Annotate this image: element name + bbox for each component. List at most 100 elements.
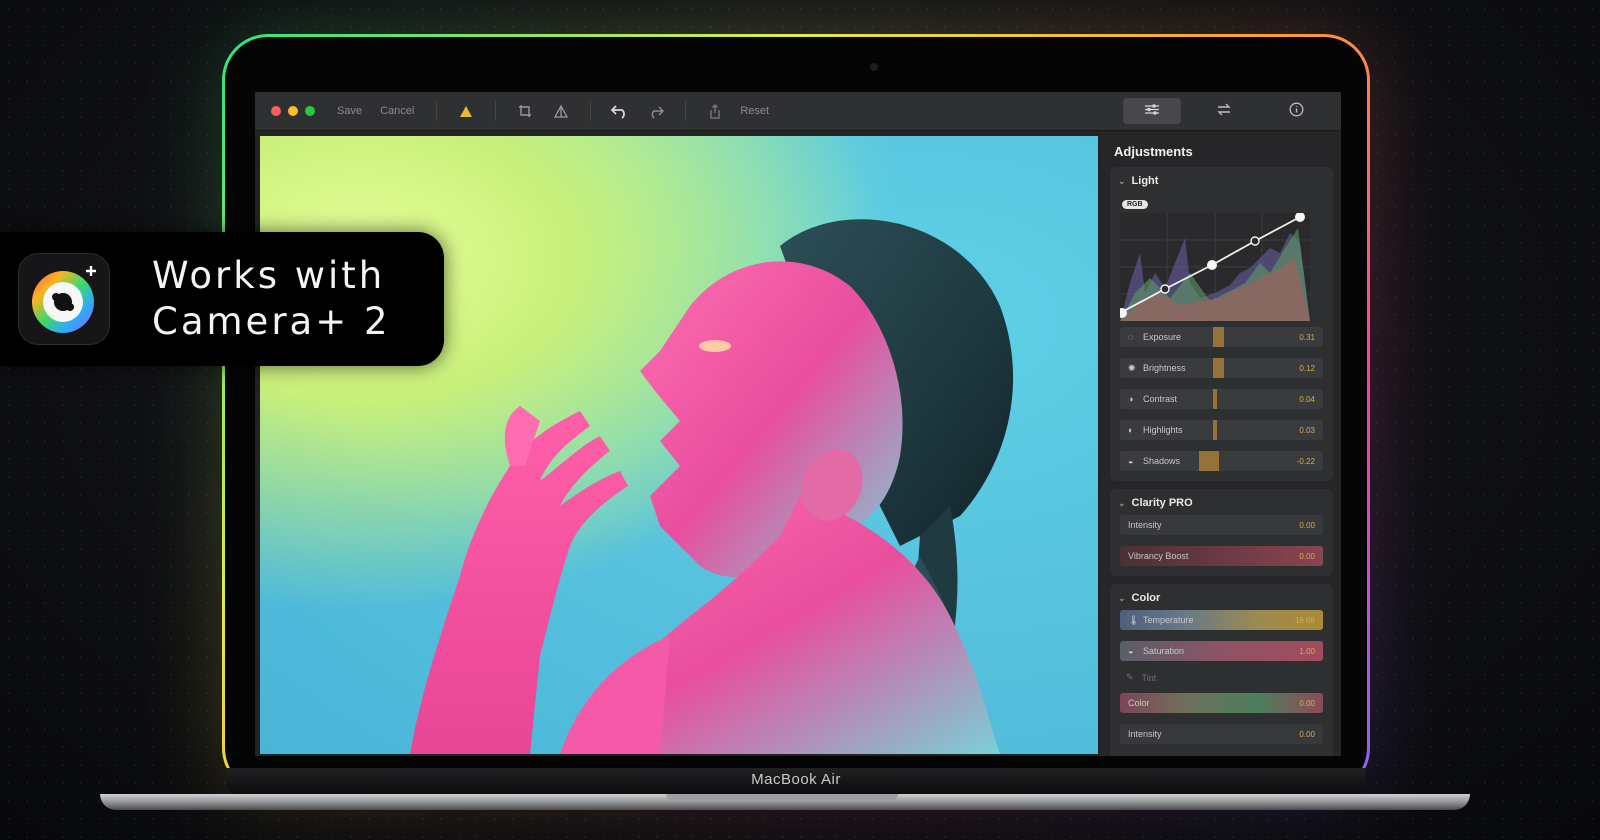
panel-switcher [1123,98,1325,124]
close-window-button[interactable] [271,106,281,116]
laptop-hinge: MacBook Air [227,768,1365,794]
perspective-icon[interactable] [550,100,572,122]
warning-icon[interactable] [455,100,477,122]
laptop-bezel: Save Cancel Reset Adjustments ⌄ Light RG… [225,37,1367,791]
contrast-slider[interactable]: ◑ Contrast 0.04 [1120,389,1323,409]
zoom-window-button[interactable] [305,106,315,116]
exposure-slider[interactable]: ◌ Exposure 0.31 [1120,327,1323,347]
slider-value: 0.04 [1299,394,1315,404]
save-button[interactable]: Save [337,105,362,117]
color-section-title: Color [1131,592,1161,604]
light-section: ⌄ Light RGB ◌ Exposure 0.31 ✺ Brightness… [1110,167,1333,481]
thermometer-icon: 🌡︎ [1128,614,1140,625]
chevron-down-icon: ⌄ [1118,497,1126,508]
portrait-photo [410,219,1014,754]
clarity-section: ⌄ Clarity PRO Intensity 0.00 Vibrancy Bo… [1110,489,1333,576]
slider-value: 0.12 [1299,363,1315,373]
chevron-down-icon: ⌄ [1118,175,1126,186]
adjustments-panel: Adjustments ⌄ Light RGB ◌ Exposure 0.31 … [1100,132,1341,756]
webcam-dot [870,63,879,71]
camera-plus-app-icon [18,253,110,345]
toolbar-divider [685,101,687,121]
clarity-intensity-slider[interactable]: Intensity 0.00 [1120,515,1323,535]
chevron-down-icon: ⌄ [1118,592,1126,603]
shadows-icon: ◒ [1128,456,1134,466]
eyedropper-icon: ✎ [1126,672,1134,682]
slider-value: 1.00 [1299,646,1315,656]
saturation-slider[interactable]: ◒ Saturation 1.00 [1120,641,1323,661]
slider-value: 0.00 [1299,698,1315,708]
adjustments-tab[interactable] [1123,98,1181,124]
slider-label: Intensity [1128,729,1162,739]
info-tab[interactable] [1267,98,1325,124]
slider-label: Temperature [1143,615,1194,625]
toolbar-divider [590,101,592,121]
clarity-section-title: Clarity PRO [1131,497,1193,509]
laptop-notch [666,794,898,801]
light-section-header[interactable]: ⌄ Light [1118,175,1325,187]
laptop-frame: Save Cancel Reset Adjustments ⌄ Light RG… [222,34,1370,794]
slider-label: Highlights [1143,425,1183,435]
slider-label: Color [1128,698,1150,708]
minimize-window-button[interactable] [288,106,298,116]
slider-label: Shadows [1143,456,1181,466]
vibrancy-boost-slider[interactable]: Vibrancy Boost 0.00 [1120,546,1323,566]
color-slider[interactable]: Color 0.00 [1120,693,1323,713]
swap-arrows-icon [1216,102,1232,120]
tint-label: Tint [1141,672,1157,683]
color-section: ⌄ Color 🌡︎ Temperature -16.08 ◒ Saturati… [1110,584,1333,756]
app-window: Save Cancel Reset Adjustments ⌄ Light RG… [255,92,1341,756]
aperture-logo-icon [32,266,96,333]
window-controls [271,106,315,116]
highlights-icon: ◐ [1128,425,1134,435]
slider-fill [1213,389,1218,409]
slider-label: Brightness [1143,363,1186,373]
slider-fill [1213,327,1224,347]
undo-icon[interactable] [609,100,631,122]
light-section-title: Light [1131,175,1159,187]
curves-histogram[interactable] [1120,213,1310,321]
rgb-channel-toggle[interactable]: RGB [1122,200,1148,209]
toolbar-divider [495,101,497,121]
works-with-badge: Works with Camera+ 2 [0,232,444,366]
slider-label: Intensity [1128,520,1162,530]
redo-icon[interactable] [645,100,667,122]
badge-text: Works with Camera+ 2 [152,254,391,343]
slider-value: 0.03 [1299,425,1315,435]
slider-value: -16.08 [1292,615,1315,625]
reset-button[interactable]: Reset [740,105,769,117]
color-intensity-slider[interactable]: Intensity 0.00 [1120,724,1323,744]
toolbar: Save Cancel Reset [255,92,1341,131]
saturation-icon: ◒ [1128,646,1134,656]
slider-fill [1199,451,1220,471]
photo-canvas[interactable] [260,136,1098,754]
cancel-button[interactable]: Cancel [380,105,414,117]
info-icon [1289,102,1304,120]
share-icon[interactable] [704,100,726,122]
slider-value: 0.31 [1299,332,1315,342]
panel-title: Adjustments [1114,144,1193,159]
slider-label: Exposure [1143,332,1182,342]
slider-value: -0.22 [1296,456,1315,466]
clarity-section-header[interactable]: ⌄ Clarity PRO [1118,497,1325,509]
color-section-header[interactable]: ⌄ Color [1118,592,1325,604]
brightness-slider[interactable]: ✺ Brightness 0.12 [1120,358,1323,378]
slider-label: Vibrancy Boost [1128,551,1189,561]
brightness-icon: ✺ [1128,362,1136,373]
laptop-model-label: MacBook Air [751,771,841,788]
sliders-icon [1144,103,1160,119]
slider-label: Saturation [1143,646,1185,656]
sync-tab[interactable] [1195,98,1253,124]
toolbar-divider [436,101,438,121]
shadows-slider[interactable]: ◒ Shadows -0.22 [1120,451,1323,471]
slider-label: Contrast [1143,394,1178,404]
slider-value: 0.00 [1299,520,1315,530]
crop-icon[interactable] [514,100,536,122]
slider-value: 0.00 [1299,551,1315,561]
exposure-icon: ◌ [1128,332,1134,342]
slider-value: 0.00 [1299,729,1315,739]
temperature-slider[interactable]: 🌡︎ Temperature -16.08 [1120,610,1323,630]
slider-fill [1213,358,1224,378]
highlights-slider[interactable]: ◐ Highlights 0.03 [1120,420,1323,440]
tint-row[interactable]: ✎ Tint [1126,672,1323,683]
